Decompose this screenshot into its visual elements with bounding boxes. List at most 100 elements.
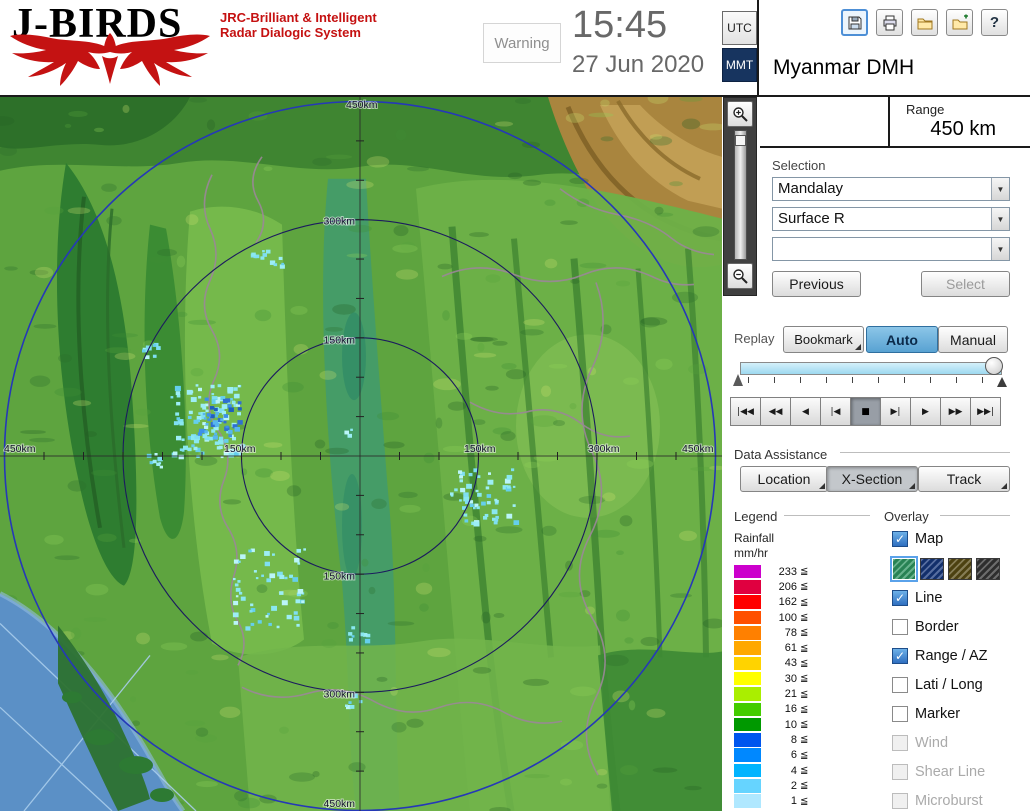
less-equal-icon: ≦ [800, 734, 809, 746]
option-dropdown[interactable]: ▼ [772, 237, 1010, 261]
utc-toggle-button[interactable]: UTC [722, 11, 757, 45]
legend-row: 4 ≦ [734, 763, 854, 778]
overlay-label-lati-long: Lati / Long [915, 677, 983, 693]
timeline-tick [800, 377, 801, 383]
fast-forward-button[interactable]: ▶▶ [940, 397, 971, 426]
checkbox-marker[interactable] [892, 706, 908, 722]
map-style-olive[interactable] [948, 558, 972, 580]
legend-color-swatch [734, 763, 761, 778]
map-style-navy[interactable] [920, 558, 944, 580]
legend-value: 10 [784, 718, 797, 731]
legend-value: 43 [784, 657, 797, 670]
overlay-row-microburst: Microburst [892, 791, 1027, 811]
legend-label: Legend [734, 509, 778, 524]
range-label-s300: 300km [324, 689, 356, 700]
checkbox-border[interactable] [892, 619, 908, 635]
legend-unit-line1: Rainfall [734, 531, 775, 545]
overlay-label-marker: Marker [915, 706, 961, 722]
legend-row: 10 ≦ [734, 717, 854, 732]
less-equal-icon: ≦ [800, 657, 809, 669]
x-section-button[interactable]: X-Section [826, 466, 918, 492]
range-label-n300: 300km [324, 217, 356, 228]
checkbox-map[interactable]: ✓ [892, 531, 908, 547]
option-dropdown-button[interactable]: ▼ [991, 238, 1009, 260]
legend-color-swatch [734, 626, 761, 640]
legend-color-swatch [734, 748, 761, 762]
skip-to-end-button[interactable]: ▶▶| [970, 397, 1001, 426]
export-button[interactable] [946, 9, 973, 36]
open-folder-icon [917, 18, 932, 29]
warning-indicator[interactable]: Warning [483, 23, 561, 63]
rewind-button[interactable]: ◀◀ [760, 397, 791, 426]
timeline-end-marker[interactable] [997, 377, 1007, 387]
site-dropdown-value[interactable]: Mandalay [773, 178, 991, 200]
legend-divider [784, 515, 870, 517]
timeline-tick [982, 377, 983, 383]
zoom-in-icon [732, 106, 748, 122]
play-reverse-button[interactable]: ◀ [790, 397, 821, 426]
product-dropdown-button[interactable]: ▼ [991, 208, 1009, 230]
select-button[interactable]: Select [921, 271, 1010, 297]
checkbox-range-az[interactable]: ✓ [892, 648, 908, 664]
option-dropdown-value[interactable] [773, 238, 991, 260]
overlay-label-wind: Wind [915, 735, 949, 751]
track-button[interactable]: Track [918, 466, 1010, 492]
legend-row: 8 ≦ [734, 732, 854, 747]
stop-button[interactable]: ■ [850, 397, 881, 426]
header: J-BIRDS JRC-Brilliant & Intelligent Rada… [0, 0, 1030, 97]
logo-subtitle-line2: Radar Dialogic System [220, 25, 361, 40]
checkbox-line[interactable]: ✓ [892, 590, 908, 606]
legend-row: 233 ≦ [734, 564, 854, 579]
location-button[interactable]: Location [740, 466, 828, 492]
replay-timeline[interactable] [740, 362, 1002, 375]
print-icon [883, 15, 896, 30]
legend-value: 233 [778, 565, 797, 578]
step-back-button[interactable]: |◀ [820, 397, 851, 426]
open-folder-button[interactable] [911, 9, 938, 36]
logo-subtitle: JRC-Brilliant & Intelligent Radar Dialog… [220, 10, 377, 40]
legend-row: 6 ≦ [734, 748, 854, 763]
product-dropdown-value[interactable]: Surface R [773, 208, 991, 230]
bookmark-button[interactable]: Bookmark [783, 326, 864, 353]
legend-row: 43 ≦ [734, 656, 854, 671]
legend-row: 1 ≦ [734, 793, 854, 808]
skip-to-start-button[interactable]: |◀◀ [730, 397, 761, 426]
auto-mode-button[interactable]: Auto [866, 326, 938, 353]
range-value: 450 km [930, 118, 996, 140]
overlay-row-lati-long: Lati / Long [892, 675, 1027, 695]
radar-map[interactable]: 450km 300km 150km 150km 300km 450km 450k… [0, 97, 722, 811]
site-dropdown-button[interactable]: ▼ [991, 178, 1009, 200]
play-button[interactable]: ▶ [910, 397, 941, 426]
range-label-n150: 150km [324, 335, 356, 346]
mmt-toggle-button[interactable]: MMT [722, 48, 757, 82]
zoom-slider[interactable] [733, 130, 747, 260]
zoom-slider-thumb[interactable] [734, 135, 746, 146]
timeline-tick [826, 377, 827, 383]
less-equal-icon: ≦ [800, 596, 809, 608]
timeline-ticks [748, 377, 998, 384]
checkbox-wind [892, 735, 908, 751]
legend-color-swatch [734, 610, 761, 625]
product-dropdown[interactable]: Surface R ▼ [772, 207, 1010, 231]
map-style-dark-gray[interactable] [976, 558, 1000, 580]
save-button[interactable] [841, 9, 868, 36]
overlay-label-range-az: Range / AZ [915, 648, 988, 664]
overlay-row-shear-line: Shear Line [892, 762, 1027, 782]
legend-color-swatch [734, 794, 761, 808]
site-dropdown[interactable]: Mandalay ▼ [772, 177, 1010, 201]
zoom-out-button[interactable] [727, 263, 753, 289]
legend-value: 61 [784, 642, 797, 655]
step-forward-button[interactable]: ▶| [880, 397, 911, 426]
previous-button[interactable]: Previous [772, 271, 861, 297]
timeline-start-marker[interactable] [733, 374, 743, 386]
timeline-handle[interactable] [985, 357, 1003, 375]
legend-row: 16 ≦ [734, 702, 854, 717]
help-button[interactable]: ? [981, 9, 1008, 36]
manual-mode-button[interactable]: Manual [938, 326, 1008, 353]
logo-subtitle-line1: JRC-Brilliant & Intelligent [220, 10, 377, 25]
checkbox-lati-long[interactable] [892, 677, 908, 693]
overlay-label: Overlay [884, 509, 929, 524]
map-style-green-terrain[interactable] [890, 556, 918, 582]
print-button[interactable] [876, 9, 903, 36]
zoom-in-button[interactable] [727, 101, 753, 127]
